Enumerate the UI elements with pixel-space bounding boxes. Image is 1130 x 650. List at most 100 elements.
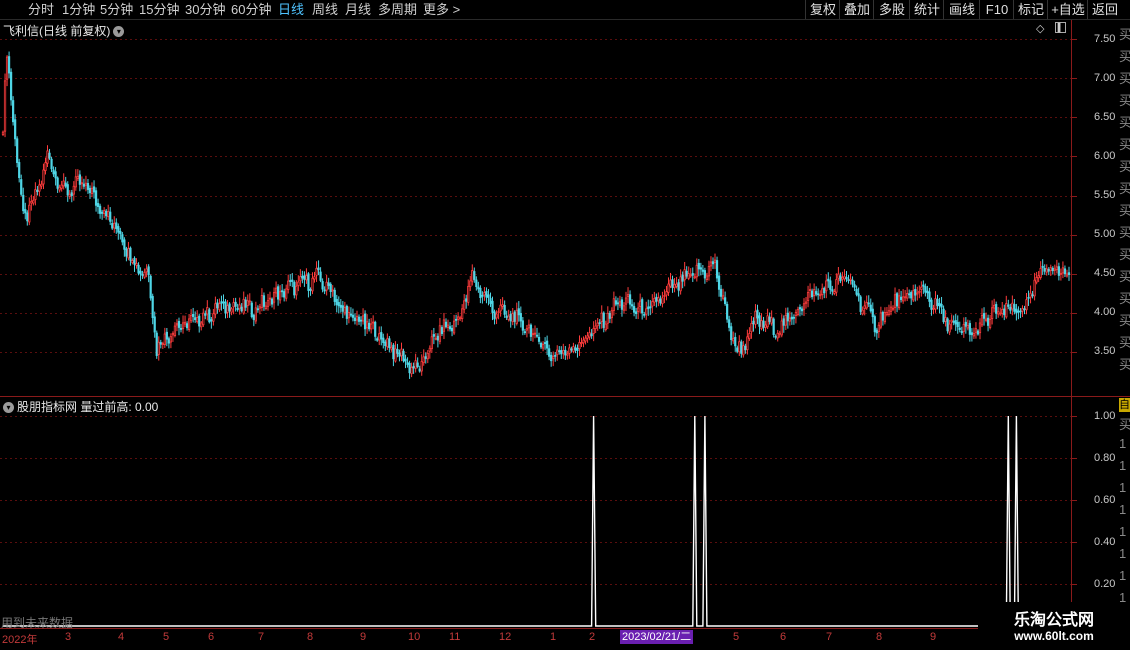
- candle-body: [137, 264, 140, 274]
- candle: [363, 310, 367, 337]
- candle-body: [129, 247, 132, 261]
- candle: [252, 313, 255, 327]
- candle-body: [430, 336, 433, 350]
- candle: [944, 310, 947, 327]
- candle: [88, 185, 92, 199]
- candle-body: [234, 301, 237, 307]
- candle-body: [372, 321, 375, 324]
- candle: [214, 296, 217, 319]
- candle-body: [204, 313, 207, 316]
- candle-body: [952, 320, 955, 323]
- candle: [276, 284, 280, 306]
- candle-body: [776, 332, 779, 339]
- side-signal-char: 买: [1119, 313, 1130, 328]
- candle: [835, 273, 838, 297]
- candle: [999, 307, 1002, 316]
- candle: [187, 314, 191, 332]
- candle: [946, 317, 949, 334]
- candle-body: [841, 276, 844, 280]
- candle-body: [535, 334, 539, 337]
- candle: [165, 327, 168, 347]
- candle: [1053, 264, 1056, 276]
- candle-body: [48, 152, 51, 159]
- candle-body: [1055, 266, 1058, 270]
- candle-body: [38, 184, 41, 192]
- y-tick: 6.50: [1094, 111, 1116, 123]
- chevron-down-icon[interactable]: ▾: [3, 402, 14, 414]
- candle: [206, 300, 209, 321]
- candle: [309, 287, 312, 296]
- diamond-icon[interactable]: ◇: [1036, 22, 1044, 35]
- candle-body: [1053, 268, 1056, 271]
- candle: [997, 307, 1000, 318]
- candle-body: [347, 312, 351, 319]
- candle-body: [950, 319, 953, 323]
- chevron-down-icon[interactable]: ▾: [113, 26, 125, 38]
- candle-body: [454, 318, 458, 321]
- candle-body: [378, 333, 381, 341]
- candle: [208, 307, 211, 324]
- candle: [84, 175, 88, 192]
- candle-body: [376, 338, 379, 341]
- candle-body: [637, 307, 640, 312]
- candle: [608, 310, 611, 324]
- candle: [604, 320, 607, 332]
- candle: [703, 267, 707, 284]
- candle: [780, 314, 783, 338]
- candle: [546, 335, 549, 356]
- candle-body: [382, 337, 385, 343]
- candle-body: [651, 301, 654, 307]
- candle-body: [9, 71, 13, 101]
- candle: [42, 163, 45, 190]
- candle: [416, 357, 419, 369]
- y-tick: 4.50: [1094, 267, 1116, 279]
- candle: [562, 343, 565, 359]
- maximize-icon[interactable]: ▌: [1055, 22, 1066, 33]
- candle-body: [869, 304, 872, 312]
- candle: [250, 300, 253, 319]
- candle-body: [133, 257, 136, 265]
- candle: [691, 267, 694, 282]
- candle: [962, 317, 965, 338]
- y-tick: 0.80: [1094, 452, 1116, 464]
- candle-body: [936, 298, 939, 306]
- candle: [432, 327, 435, 345]
- candle-body: [829, 280, 832, 290]
- candle: [802, 298, 806, 316]
- candle: [185, 321, 189, 331]
- candle-body: [843, 275, 846, 280]
- candle-body: [279, 291, 282, 301]
- candle-body: [509, 314, 512, 322]
- candle: [30, 194, 33, 211]
- candle-body: [406, 362, 409, 365]
- candle-body: [728, 319, 731, 328]
- candle: [1025, 292, 1028, 315]
- candle: [760, 313, 763, 331]
- candle: [790, 312, 793, 325]
- candle: [440, 325, 444, 337]
- candle: [1067, 266, 1071, 281]
- candle: [438, 318, 442, 345]
- candle-body: [465, 298, 468, 302]
- candle: [1005, 295, 1008, 319]
- candle: [244, 296, 247, 312]
- candle: [829, 276, 832, 295]
- candle: [228, 302, 231, 318]
- candle-body: [691, 273, 694, 276]
- candle-body: [313, 276, 316, 280]
- candle-body: [345, 305, 348, 319]
- candle-body: [928, 291, 931, 302]
- candle: [323, 286, 326, 295]
- stock-chart[interactable]: [0, 0, 1130, 650]
- candle: [693, 273, 696, 280]
- candle: [382, 333, 385, 349]
- candle: [709, 256, 713, 272]
- candle-body: [317, 267, 320, 271]
- candle: [121, 231, 124, 246]
- candle: [527, 319, 531, 334]
- candle: [558, 346, 561, 355]
- candle-body: [155, 332, 158, 356]
- candle-body: [1023, 308, 1026, 311]
- candle: [220, 295, 223, 311]
- candle-body: [187, 318, 191, 330]
